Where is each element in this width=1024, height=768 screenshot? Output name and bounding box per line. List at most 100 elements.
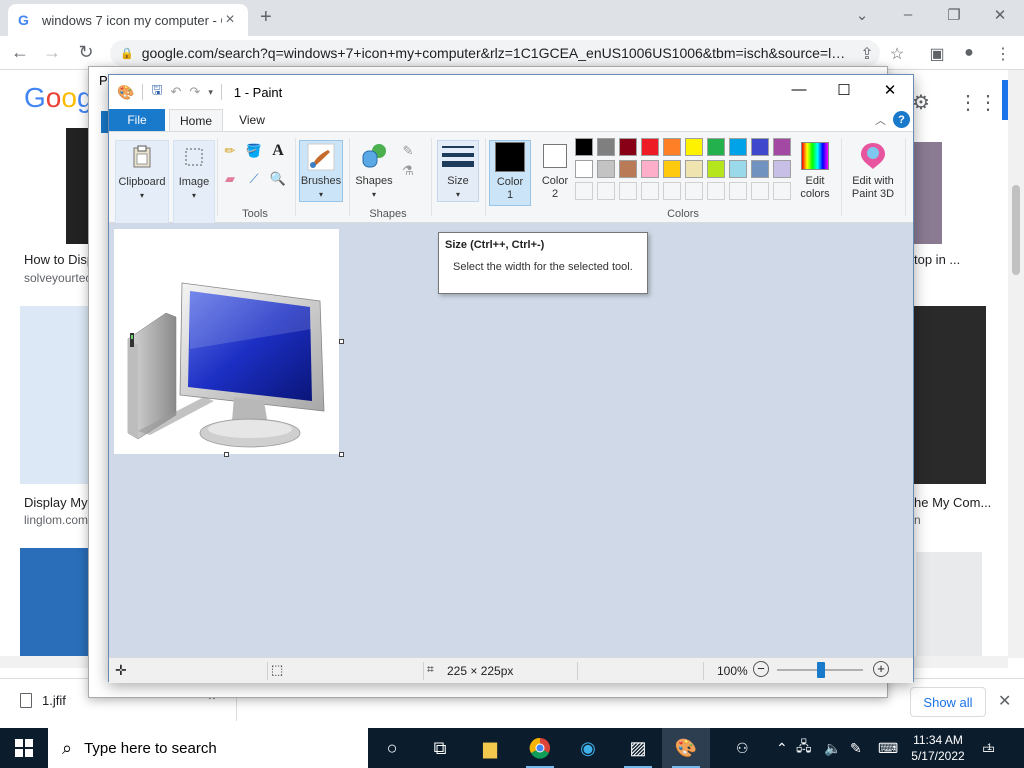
pencil-icon[interactable]: ✏: [221, 142, 239, 160]
brushes-button[interactable]: Brushes ▾: [299, 140, 343, 202]
chrome-icon[interactable]: [516, 728, 564, 768]
tab-view[interactable]: View: [227, 109, 277, 131]
palette-swatch[interactable]: [751, 160, 769, 178]
fill-icon[interactable]: ⚗: [399, 162, 417, 180]
palette-swatch[interactable]: [619, 160, 637, 178]
help-icon[interactable]: ?: [893, 111, 910, 128]
palette-swatch[interactable]: [641, 138, 659, 156]
color2-button[interactable]: Color 2: [535, 140, 575, 206]
customize-toolbar-chevron-icon[interactable]: ▾: [208, 87, 213, 98]
reload-icon[interactable]: ↻: [74, 42, 98, 63]
network-icon[interactable]: 🖧: [796, 728, 812, 768]
custom-color-slot[interactable]: [619, 182, 637, 200]
keyboard-icon[interactable]: ⌨: [878, 728, 898, 768]
custom-color-slot[interactable]: [663, 182, 681, 200]
palette-swatch[interactable]: [597, 160, 615, 178]
resize-handle-corner[interactable]: [339, 452, 344, 457]
zoom-in-icon[interactable]: +: [873, 661, 889, 677]
palette-swatch[interactable]: [729, 138, 747, 156]
redo-icon[interactable]: ↷: [189, 84, 200, 100]
custom-color-slot[interactable]: [575, 182, 593, 200]
paint-close-icon[interactable]: ✕: [875, 81, 905, 99]
notification-icon[interactable]: ▭ 1: [982, 728, 995, 768]
paint-canvas[interactable]: [114, 229, 339, 454]
result-image[interactable]: [912, 142, 942, 244]
zoom-slider-thumb[interactable]: [817, 662, 825, 678]
minimize-ribbon-chevron-icon[interactable]: ︿: [875, 112, 886, 128]
color1-button[interactable]: Color 1: [489, 140, 531, 206]
custom-color-slot[interactable]: [773, 182, 791, 200]
page-vertical-scrollbar[interactable]: [1008, 70, 1024, 658]
custom-color-slot[interactable]: [751, 182, 769, 200]
photos-icon[interactable]: ▨: [614, 728, 662, 768]
text-tool-icon[interactable]: A: [269, 142, 287, 160]
close-window-icon[interactable]: ✕: [990, 6, 1010, 24]
new-tab-icon[interactable]: +: [260, 6, 272, 29]
palette-swatch[interactable]: [751, 138, 769, 156]
custom-color-slot[interactable]: [685, 182, 703, 200]
save-icon[interactable]: 🖫: [151, 81, 162, 103]
palette-swatch[interactable]: [707, 138, 725, 156]
share-icon[interactable]: ⇪: [856, 44, 878, 64]
edit-with-paint3d-button[interactable]: Edit with Paint 3D: [845, 140, 901, 206]
custom-color-slot[interactable]: [641, 182, 659, 200]
palette-swatch[interactable]: [773, 160, 791, 178]
palette-swatch[interactable]: [685, 138, 703, 156]
restore-icon[interactable]: ❐: [944, 6, 964, 24]
result-title[interactable]: How to Disp: [24, 252, 94, 267]
result-image[interactable]: [20, 548, 88, 658]
task-view-icon[interactable]: ⧉: [416, 728, 464, 768]
file-menu-tab[interactable]: File: [109, 109, 165, 131]
edit-colors-button[interactable]: Edit colors: [795, 140, 835, 206]
start-button[interactable]: [0, 728, 48, 768]
bookmark-star-icon[interactable]: ☆: [886, 44, 908, 64]
pen-icon[interactable]: ✎: [850, 728, 862, 768]
paint-app-icon[interactable]: 🎨: [117, 84, 134, 101]
palette-swatch[interactable]: [575, 160, 593, 178]
custom-color-slot[interactable]: [729, 182, 747, 200]
custom-color-slot[interactable]: [597, 182, 615, 200]
close-download-shelf-icon[interactable]: ✕: [998, 691, 1011, 711]
outline-icon[interactable]: ✎: [399, 142, 417, 160]
profile-avatar-icon[interactable]: ●: [958, 44, 980, 62]
tab-close-icon[interactable]: ×: [222, 11, 238, 29]
palette-swatch[interactable]: [729, 160, 747, 178]
palette-swatch[interactable]: [685, 160, 703, 178]
tab-home[interactable]: Home: [169, 109, 223, 131]
cortana-icon[interactable]: ○: [368, 728, 416, 768]
size-button[interactable]: Size ▾: [437, 140, 479, 202]
side-panel-icon[interactable]: ▣: [926, 44, 948, 64]
paint-taskbar-icon[interactable]: 🎨: [662, 728, 710, 768]
apps-grid-icon[interactable]: ⋮⋮: [958, 90, 998, 115]
fill-bucket-icon[interactable]: 🪣: [245, 142, 263, 160]
show-all-button[interactable]: Show all: [910, 687, 986, 717]
browser-tab[interactable]: G windows 7 icon my computer - Google Se…: [8, 4, 248, 36]
show-hidden-icons-chevron-icon[interactable]: ⌃: [776, 728, 788, 768]
resize-handle-bottom[interactable]: [224, 452, 229, 457]
zoom-out-icon[interactable]: −: [753, 661, 769, 677]
paint-maximize-icon[interactable]: ☐: [829, 81, 859, 99]
edge-icon[interactable]: ◉: [564, 728, 612, 768]
clock[interactable]: 11:34 AM 5/17/2022: [908, 732, 968, 764]
taskbar-search-box[interactable]: ⌕ Type here to search: [48, 728, 368, 768]
forward-icon[interactable]: →: [40, 42, 64, 63]
omnibox[interactable]: 🔒 google.com/search?q=windows+7+icon+my+…: [110, 40, 880, 66]
result-title[interactable]: Display My: [24, 495, 88, 510]
color-picker-icon[interactable]: ⟋: [245, 170, 263, 188]
tab-search-icon[interactable]: ⌄: [852, 6, 872, 24]
undo-icon[interactable]: ↶: [171, 84, 182, 100]
people-icon[interactable]: ⚇: [736, 728, 749, 768]
result-image[interactable]: [916, 552, 982, 658]
image-button[interactable]: Image ▾: [173, 140, 215, 224]
palette-swatch[interactable]: [619, 138, 637, 156]
palette-swatch[interactable]: [663, 138, 681, 156]
custom-color-slot[interactable]: [707, 182, 725, 200]
result-title[interactable]: he My Com...: [914, 495, 991, 510]
palette-swatch[interactable]: [641, 160, 659, 178]
palette-swatch[interactable]: [663, 160, 681, 178]
menu-kebab-icon[interactable]: ⋮: [992, 44, 1014, 64]
clipboard-button[interactable]: Clipboard ▾: [115, 140, 169, 224]
result-image[interactable]: [66, 128, 88, 244]
volume-icon[interactable]: 🔈: [824, 728, 841, 768]
download-item[interactable]: 1.jfif: [20, 693, 66, 708]
